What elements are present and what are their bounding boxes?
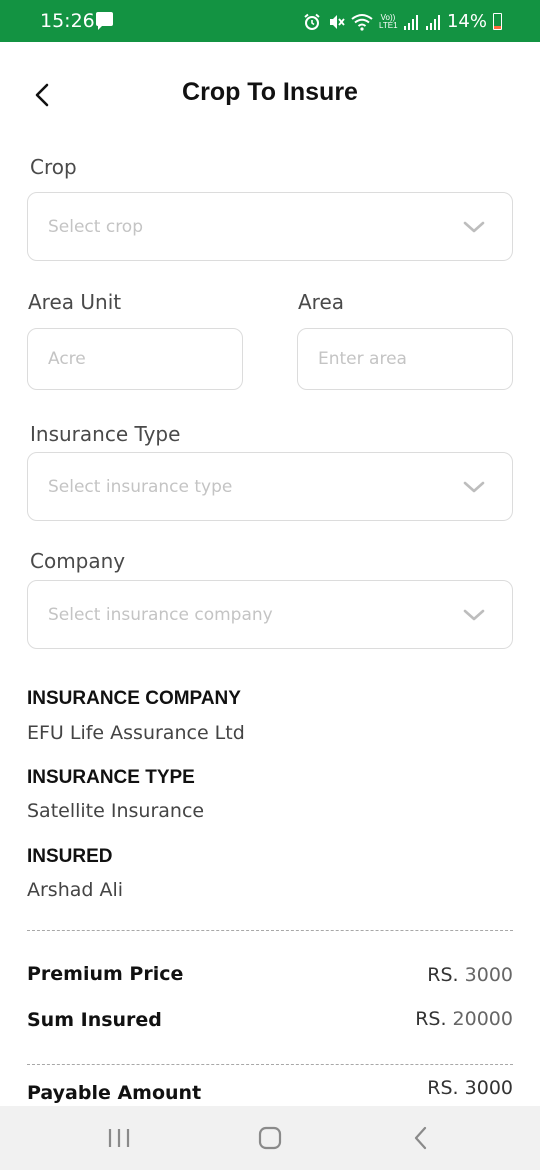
premium-currency: RS. (427, 964, 459, 986)
signal-icon-2 (425, 14, 440, 30)
insurance-type-value: Satellite Insurance (27, 800, 205, 822)
insured-value: Arshad Ali (27, 879, 124, 901)
insurance-type-heading: INSURANCE TYPE (27, 767, 195, 788)
mute-icon (329, 14, 345, 29)
message-icon (96, 12, 113, 30)
insurance-type-placeholder: Select insurance type (48, 476, 233, 497)
crop-placeholder: Select crop (48, 216, 144, 237)
signal-icon (403, 14, 418, 30)
payable-amount-label: Payable Amount (27, 1082, 202, 1104)
home-button[interactable] (254, 1123, 286, 1153)
system-back-button[interactable] (405, 1123, 437, 1153)
payable-currency: RS. (427, 1077, 459, 1099)
page-title: Crop To Insure (182, 78, 358, 106)
chevron-down-icon (463, 609, 485, 620)
battery-percent: 14% (446, 11, 487, 32)
sum-insured-amount: 20000 (452, 1008, 513, 1030)
back-icon (414, 1126, 427, 1150)
divider (27, 930, 513, 931)
insurance-company-value: EFU Life Assurance Ltd (27, 722, 245, 744)
company-placeholder: Select insurance company (48, 604, 273, 625)
payable-amount-value: RS. 3000 (427, 1077, 513, 1099)
company-label: Company (30, 549, 126, 573)
chevron-down-icon (463, 221, 485, 232)
page-header: Crop To Insure (0, 62, 540, 126)
battery-icon (493, 13, 502, 30)
area-input[interactable]: Enter area (297, 328, 513, 390)
insurance-company-heading: INSURANCE COMPANY (27, 688, 241, 709)
premium-amount: 3000 (464, 964, 513, 986)
alarm-icon (304, 13, 320, 30)
crop-label: Crop (30, 155, 77, 179)
recent-apps-icon (108, 1129, 130, 1147)
sum-insured-label: Sum Insured (27, 1009, 162, 1031)
insured-heading: INSURED (27, 846, 113, 867)
premium-price-value: RS. 3000 (427, 964, 513, 986)
area-label: Area (298, 290, 345, 314)
area-unit-label: Area Unit (28, 290, 122, 314)
home-icon (258, 1126, 282, 1150)
system-nav-bar (0, 1106, 540, 1170)
area-unit-field[interactable]: Acre (27, 328, 243, 390)
insurance-type-label: Insurance Type (30, 422, 181, 446)
sum-insured-value: RS. 20000 (415, 1008, 513, 1030)
divider (27, 1064, 513, 1065)
area-unit-placeholder: Acre (48, 349, 86, 369)
sum-insured-currency: RS. (415, 1008, 447, 1030)
insurance-type-select[interactable]: Select insurance type (27, 452, 513, 521)
premium-price-label: Premium Price (27, 963, 184, 985)
payable-amount: 3000 (464, 1077, 513, 1099)
status-time: 15:26 (40, 10, 95, 32)
recent-apps-button[interactable] (103, 1123, 135, 1153)
crop-select[interactable]: Select crop (27, 192, 513, 261)
chevron-down-icon (463, 481, 485, 492)
network-label: Vo)) LTE1 (378, 12, 398, 30)
area-placeholder: Enter area (318, 349, 407, 369)
company-select[interactable]: Select insurance company (27, 580, 513, 649)
status-icons: Vo)) LTE1 14% (303, 11, 502, 32)
wifi-icon (351, 13, 373, 31)
status-bar: 15:26 Vo)) LTE1 14% (0, 0, 540, 42)
